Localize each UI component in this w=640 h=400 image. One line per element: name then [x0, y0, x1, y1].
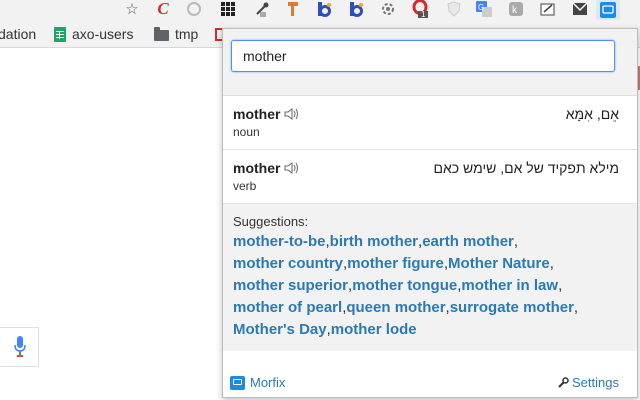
settings-link[interactable]: Settings: [557, 375, 619, 390]
suggestion-separator: ,: [558, 277, 563, 294]
suggestions-list: mother-to-be,birth mother,earth mother, m…: [233, 231, 637, 341]
hebrew-translation: מילא תפקיד של אם, שימש כאם: [433, 160, 620, 176]
suggestion-link[interactable]: queen mother: [346, 299, 445, 316]
speaker-icon[interactable]: [284, 161, 300, 175]
suggestions-panel: Suggestions: mother-to-be,birth mother,e…: [223, 204, 637, 351]
translate-extension-icon[interactable]: G: [476, 1, 492, 17]
suggestion-link[interactable]: surrogate mother: [450, 299, 574, 316]
entry-word-row: mother: [233, 160, 300, 176]
morfix-label: Morfix: [250, 375, 286, 390]
pin-extension-icon[interactable]: [286, 1, 302, 17]
suggestion-separator: ,: [573, 299, 579, 316]
bookmark-tmp[interactable]: tmp: [154, 26, 198, 42]
popup-footer: Morfix Settings: [223, 369, 637, 397]
bookmark-dation[interactable]: dation: [0, 26, 36, 42]
hand-extension-icon[interactable]: k: [508, 1, 524, 17]
suggestion-link[interactable]: mother lode: [331, 321, 417, 338]
entry-word-row: mother: [233, 106, 300, 122]
suggestion-link[interactable]: mother of pearl: [233, 299, 342, 316]
mail-extension-icon[interactable]: [572, 1, 588, 17]
suggestion-link[interactable]: mother-to-be: [233, 233, 326, 250]
suggestion-line: Mother's Day,mother lode: [233, 319, 637, 341]
suggestion-line: mother of pearl,queen mother,surrogate m…: [233, 297, 637, 319]
shield-extension-icon[interactable]: [446, 1, 462, 17]
search-area: [223, 29, 637, 96]
notepad-extension-icon[interactable]: [540, 1, 556, 17]
search-input[interactable]: [231, 40, 615, 72]
settings-label: Settings: [572, 375, 619, 390]
browser-toolbar: ☆ C 1 G k: [0, 0, 640, 20]
bookmark-axo-users[interactable]: axo-users: [54, 26, 133, 42]
wrench-icon: [558, 376, 569, 388]
eyedropper-icon[interactable]: [254, 1, 270, 17]
part-of-speech: verb: [233, 179, 257, 193]
suggestion-link[interactable]: mother figure: [347, 255, 444, 272]
sheets-icon: [54, 26, 66, 42]
extension-badge: 1: [421, 10, 426, 19]
grid-extension-icon[interactable]: [220, 1, 236, 17]
dictionary-popup: mother noun אֵם, אִמָּא mother verb מילא…: [222, 28, 638, 398]
bookmark-label: axo-users: [72, 26, 134, 42]
microphone-icon: [14, 336, 26, 357]
suggestion-link[interactable]: mother country: [233, 255, 343, 272]
suggestion-link[interactable]: mother tongue: [352, 277, 457, 294]
bookmark-label: dation: [0, 26, 37, 42]
dictionary-entry-verb: mother verb מילא תפקיד של אם, שימש כאם: [223, 150, 637, 204]
voice-search-button[interactable]: [0, 327, 39, 367]
suggestion-line: mother country,mother figure,Mother Natu…: [233, 253, 637, 275]
morfix-extension-button[interactable]: [596, 0, 620, 20]
suggestion-separator: ,: [513, 233, 519, 250]
c-extension-icon[interactable]: C: [155, 0, 171, 18]
entry-word: mother: [233, 160, 281, 176]
suggestion-link[interactable]: birth mother: [330, 233, 418, 250]
svg-text:G: G: [478, 3, 484, 12]
suggestion-line: mother-to-be,birth mother,earth mother,: [233, 231, 637, 253]
morfix-logo-icon: [230, 375, 245, 390]
morfix-link[interactable]: Morfix: [230, 375, 285, 390]
suggestions-title: Suggestions:: [233, 214, 309, 229]
bookmark-star-icon[interactable]: ☆: [124, 1, 140, 18]
speaker-icon[interactable]: [284, 107, 300, 121]
part-of-speech: noun: [233, 125, 260, 139]
folder-icon: [154, 26, 169, 41]
suggestion-line: mother superior,mother tongue,mother in …: [233, 275, 637, 297]
suggestion-link[interactable]: mother superior: [233, 277, 348, 294]
hebrew-translation: אֵם, אִמָּא: [565, 106, 619, 122]
opera-extension-icon[interactable]: 1: [412, 0, 428, 19]
dictionary-entry-noun: mother noun אֵם, אִמָּא: [223, 96, 637, 150]
entry-word: mother: [233, 106, 281, 122]
b-extension-icon[interactable]: [316, 1, 332, 17]
suggestion-separator: ,: [549, 255, 554, 272]
suggestion-link[interactable]: Mother Nature: [448, 255, 550, 272]
suggestion-link[interactable]: mother in law: [461, 277, 558, 294]
suggestion-link[interactable]: Mother's Day: [233, 321, 327, 338]
b-extension-icon-2[interactable]: [348, 1, 364, 17]
bookmark-label: tmp: [175, 26, 199, 42]
gear-extension-icon[interactable]: [380, 1, 396, 17]
suggestion-link[interactable]: earth mother: [422, 233, 514, 250]
circle-extension-icon[interactable]: [186, 1, 202, 17]
